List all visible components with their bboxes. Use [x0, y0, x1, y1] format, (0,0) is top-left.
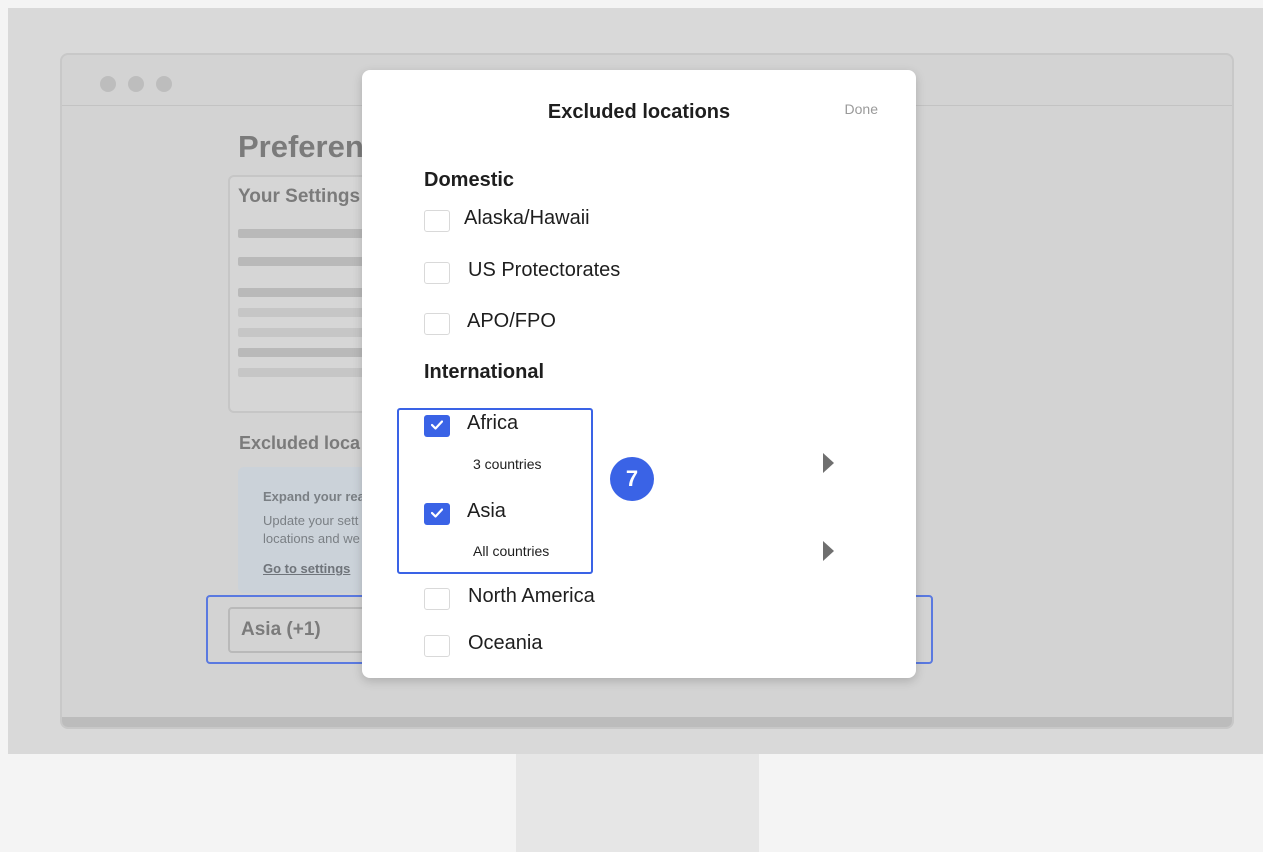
selected-locations-chip-label: Asia (+1)	[241, 619, 321, 640]
monitor-stand	[516, 754, 759, 852]
checkbox[interactable]	[424, 262, 450, 284]
option-sublabel: All countries	[473, 543, 550, 559]
checkbox[interactable]	[424, 313, 450, 335]
step-number-badge: 7	[610, 457, 654, 501]
checkbox-checked[interactable]	[424, 415, 450, 437]
checkmark-icon	[431, 420, 443, 430]
checkbox-checked[interactable]	[424, 503, 450, 525]
settings-card-title: Your Settings	[238, 186, 361, 207]
international-heading: International	[424, 361, 545, 383]
go-to-settings-link[interactable]: Go to settings	[263, 561, 350, 576]
checkbox[interactable]	[424, 588, 450, 610]
option-label: APO/FPO	[467, 310, 556, 332]
option-us-protectorates[interactable]: US Protectorates	[424, 259, 884, 292]
done-button[interactable]: Done	[845, 101, 878, 117]
option-label: Asia	[467, 500, 506, 522]
option-asia[interactable]: Asia	[424, 500, 884, 533]
info-title: Expand your rea	[263, 489, 365, 504]
info-text: locations and we	[263, 531, 360, 546]
checkbox[interactable]	[424, 635, 450, 657]
checkmark-icon	[431, 508, 443, 518]
window-dot-icon	[128, 76, 144, 92]
browser-footer-bar	[62, 717, 1232, 727]
domestic-heading: Domestic	[424, 169, 515, 191]
option-label: Africa	[467, 412, 519, 434]
modal-title: Excluded locations	[547, 101, 731, 123]
chevron-right-icon[interactable]	[823, 541, 834, 561]
chevron-right-icon[interactable]	[823, 453, 834, 473]
excluded-locations-modal: Excluded locations Done Domestic Alaska/…	[362, 70, 916, 678]
option-oceania[interactable]: Oceania	[424, 632, 884, 665]
page-title: Preferen	[238, 129, 364, 164]
option-sublabel: 3 countries	[473, 456, 542, 472]
info-text: Update your sett	[263, 513, 359, 528]
window-dot-icon	[156, 76, 172, 92]
option-label: Oceania	[468, 632, 543, 654]
option-alaska-hawaii[interactable]: Alaska/Hawaii	[424, 207, 884, 240]
option-north-america[interactable]: North America	[424, 585, 884, 618]
option-label: Alaska/Hawaii	[464, 207, 590, 229]
option-label: US Protectorates	[468, 259, 621, 281]
excluded-locations-heading: Excluded loca	[239, 433, 361, 453]
window-dot-icon	[100, 76, 116, 92]
checkbox[interactable]	[424, 210, 450, 232]
option-africa[interactable]: Africa	[424, 412, 884, 445]
option-label: North America	[468, 585, 595, 607]
option-apo-fpo[interactable]: APO/FPO	[424, 310, 884, 343]
